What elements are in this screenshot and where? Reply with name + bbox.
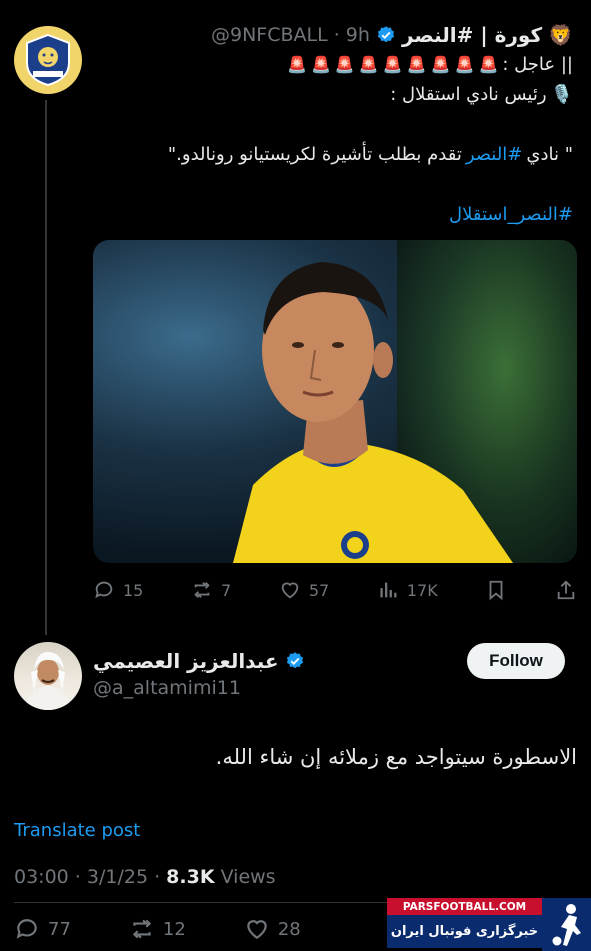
watermark-site: PARSFOOTBALL.COM — [387, 898, 542, 915]
siren-icon: 🚨 — [382, 55, 403, 74]
verified-badge-icon — [377, 26, 395, 43]
like-button[interactable]: 57 — [279, 579, 329, 601]
share-icon — [557, 580, 575, 600]
views-label: Views — [214, 866, 276, 888]
reply-icon — [95, 581, 113, 599]
urgent-line: || عاجل : 🚨 🚨 🚨 🚨 🚨 🚨 🚨 🚨 🚨 — [103, 50, 573, 80]
bookmark-button[interactable] — [485, 579, 507, 601]
microphone-icon: 🎙️ — [550, 84, 573, 105]
quote-suffix: تقدم بطلب تأشيرة لكريستيانو رونالدو." — [167, 144, 462, 165]
views-count: 8.3K — [166, 866, 215, 888]
siren-icon: 🚨 — [311, 55, 331, 74]
avatar[interactable] — [14, 642, 82, 710]
tweet-header: عبدالعزيز العصيمي — [93, 646, 305, 676]
tweet-text: الاسطورة سيتواجد مع زملائه إن شاء الله. — [215, 745, 577, 769]
retweet-icon — [132, 919, 152, 939]
tweet-actions: 15 7 57 17K — [93, 575, 577, 605]
retweet-icon — [194, 582, 210, 598]
quote-prefix: " نادي — [526, 144, 573, 165]
retweet-button[interactable]: 12 — [129, 916, 186, 942]
lion-crest-icon — [26, 33, 70, 87]
bookmark-icon — [489, 580, 503, 601]
hashtag-link[interactable]: #النصر_استقلال — [449, 200, 573, 230]
hashtag-line: #النصر_استقلال — [103, 200, 573, 230]
like-count: 57 — [308, 580, 330, 600]
like-button[interactable]: 28 — [244, 916, 301, 942]
reply-count: 15 — [123, 580, 144, 600]
parsfootball-watermark: PARSFOOTBALL.COM خبرگزاری فوتبال ایران — [387, 898, 591, 951]
share-button[interactable] — [555, 579, 577, 601]
follow-button[interactable]: Follow — [467, 643, 565, 679]
handle[interactable]: @a_altamimi11 — [93, 677, 241, 699]
hashtag-link[interactable]: #النصر — [466, 140, 523, 170]
heart-icon — [247, 920, 267, 939]
player-silhouette-icon — [542, 898, 591, 951]
reply-icon — [16, 919, 37, 939]
profile-photo — [24, 652, 72, 710]
views-button[interactable]: 17K — [377, 579, 438, 601]
timestamp[interactable]: 03:00 · 3/1/25 · — [14, 866, 166, 888]
thread-line — [45, 100, 47, 635]
verified-badge-icon — [286, 652, 303, 669]
president-label: رئيس نادي استقلال : — [390, 84, 547, 105]
lion-emoji: 🦁 — [548, 23, 573, 47]
reply-button[interactable]: 77 — [14, 916, 71, 942]
siren-icon: 🚨 — [334, 55, 355, 74]
tweet-meta: 03:00 · 3/1/25 · 8.3K Views — [14, 866, 276, 888]
like-count: 28 — [277, 918, 301, 940]
tweet-header: 🦁 كورة | #النصر @9NFCBALL · 9h — [211, 20, 573, 50]
tweet-image[interactable] — [93, 240, 577, 563]
tweet-actions: 77 12 28 — [14, 914, 374, 944]
tweet-text: || عاجل : 🚨 🚨 🚨 🚨 🚨 🚨 🚨 🚨 🚨 🎙️ رئيس نادي… — [103, 50, 573, 230]
retweet-count: 12 — [162, 918, 186, 940]
display-name[interactable]: كورة | #النصر — [402, 23, 542, 47]
urgent-label: || عاجل : — [502, 54, 573, 75]
siren-icon: 🚨 — [454, 55, 475, 74]
display-name[interactable]: عبدالعزيز العصيمي — [93, 649, 279, 673]
reply-button[interactable]: 15 — [93, 579, 143, 601]
views-chart-icon — [380, 582, 397, 598]
siren-icon: 🚨 — [358, 55, 379, 74]
views-count: 17K — [406, 580, 438, 600]
retweet-count: 7 — [221, 580, 232, 600]
siren-icon: 🚨 — [478, 55, 499, 74]
avatar[interactable] — [14, 26, 82, 94]
siren-icon: 🚨 — [406, 55, 427, 74]
watermark-text-box: PARSFOOTBALL.COM خبرگزاری فوتبال ایران — [387, 898, 542, 948]
president-line: 🎙️ رئيس نادي استقلال : — [103, 80, 573, 110]
heart-icon — [281, 582, 299, 599]
handle-time[interactable]: @9NFCBALL · 9h — [211, 24, 370, 46]
watermark-tagline: خبرگزاری فوتبال ایران — [387, 915, 542, 948]
siren-icon: 🚨 — [287, 55, 307, 74]
retweet-button[interactable]: 7 — [191, 579, 231, 601]
reply-count: 77 — [48, 918, 71, 940]
player-illustration — [233, 262, 513, 563]
translate-post-link[interactable]: Translate post — [14, 820, 140, 841]
siren-icon: 🚨 — [430, 55, 451, 74]
quote-line: " نادي #النصر تقدم بطلب تأشيرة لكريستيان… — [103, 140, 573, 170]
